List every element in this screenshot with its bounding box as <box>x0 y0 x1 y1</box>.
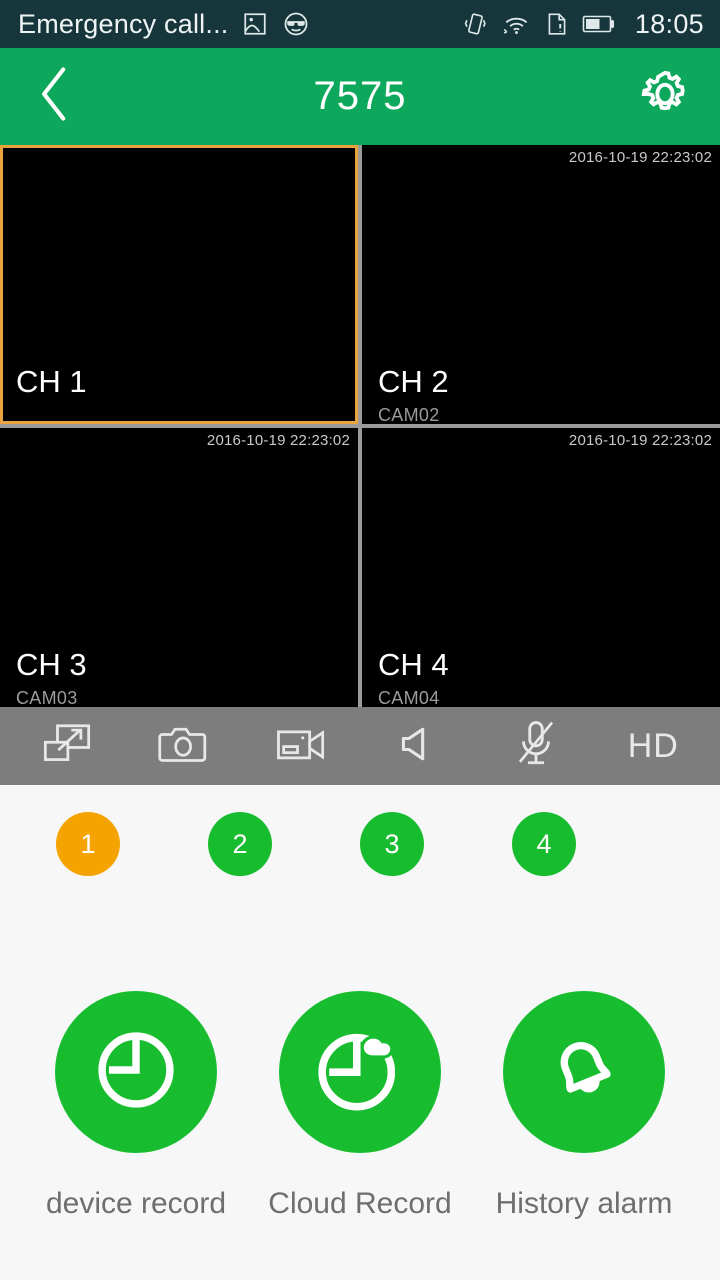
action-label: Cloud Record <box>268 1187 452 1220</box>
channel-label: 1 <box>80 828 96 859</box>
channel-slot: 4 <box>512 812 664 876</box>
video-cam-label: CAM03 <box>16 688 78 707</box>
hd-quality-icon: HD <box>627 726 679 765</box>
clock-time-label: 18:05 <box>634 8 704 39</box>
channel-selector: 1 2 3 4 <box>0 785 720 903</box>
cloud-record-circle <box>279 991 441 1153</box>
speaker-button[interactable] <box>360 707 477 785</box>
video-cell-ch2[interactable]: 2016-10-19 22:23:02 CH 2 CAM02 <box>362 145 720 424</box>
microphone-button[interactable] <box>477 707 594 785</box>
action-label: device record <box>45 1187 227 1220</box>
vibrate-icon <box>463 11 489 37</box>
video-channel-label: CH 2 <box>378 364 449 399</box>
history-alarm-button[interactable]: History alarm <box>473 991 695 1221</box>
speaker-icon <box>396 722 442 771</box>
camera-snapshot-icon <box>158 721 210 772</box>
photo-icon <box>242 11 268 37</box>
clock-icon <box>83 1017 189 1128</box>
bell-icon <box>532 1018 636 1127</box>
no-sim-icon <box>545 11 569 37</box>
video-cell-ch3[interactable]: 2016-10-19 22:23:02 CH 3 CAM03 <box>0 428 358 707</box>
history-alarm-circle <box>503 991 665 1153</box>
video-record-icon <box>275 723 327 770</box>
channel-button-3[interactable]: 3 <box>360 812 424 876</box>
channel-slot: 2 <box>208 812 360 876</box>
channel-label: 2 <box>232 828 248 859</box>
video-timestamp: 2016-10-19 22:23:02 <box>206 432 350 449</box>
fullscreen-button[interactable] <box>8 707 125 785</box>
channel-slot: 3 <box>360 812 512 876</box>
video-timestamp: 2016-10-19 22:23:02 <box>568 432 712 449</box>
app-bar: 7575 <box>0 48 720 145</box>
cloud-clock-icon <box>306 1016 414 1129</box>
hd-quality-button[interactable]: HD <box>595 707 712 785</box>
device-record-button[interactable]: device record <box>25 991 247 1221</box>
chevron-left-icon <box>33 64 77 129</box>
channel-button-1[interactable]: 1 <box>56 812 120 876</box>
gear-icon <box>638 67 692 126</box>
status-bar-left: Emergency call... <box>18 9 463 40</box>
sunglasses-face-icon <box>282 10 310 38</box>
video-channel-label: CH 4 <box>378 647 449 682</box>
channel-label: 4 <box>536 828 552 859</box>
snapshot-button[interactable] <box>125 707 242 785</box>
action-label: History alarm <box>495 1187 673 1220</box>
settings-button[interactable] <box>610 48 720 145</box>
video-channel-label: CH 1 <box>16 364 87 399</box>
video-channel-label: CH 3 <box>16 647 87 682</box>
channel-label: 3 <box>384 828 400 859</box>
video-grid: CH 1 2016-10-19 22:23:02 CH 2 CAM02 2016… <box>0 145 720 707</box>
device-record-circle <box>55 991 217 1153</box>
action-buttons-row: device record Cloud Record History alarm <box>0 903 720 1221</box>
channel-button-2[interactable]: 2 <box>208 812 272 876</box>
cloud-record-button[interactable]: Cloud Record <box>249 991 471 1221</box>
video-cam-label: CAM04 <box>378 688 440 707</box>
battery-icon <box>582 13 616 35</box>
wifi-icon <box>502 11 532 37</box>
fullscreen-expand-icon <box>41 721 93 772</box>
video-cam-label: CAM02 <box>378 405 440 424</box>
status-bar-right: 18:05 <box>463 9 704 40</box>
back-button[interactable] <box>0 48 110 145</box>
video-cell-ch4[interactable]: 2016-10-19 22:23:02 CH 4 CAM04 <box>362 428 720 707</box>
video-cell-ch1[interactable]: CH 1 <box>0 145 358 424</box>
carrier-label: Emergency call... <box>18 8 229 39</box>
status-bar: Emergency call... 18:05 <box>0 0 720 48</box>
control-toolbar: HD <box>0 707 720 785</box>
record-button[interactable] <box>243 707 360 785</box>
channel-button-4[interactable]: 4 <box>512 812 576 876</box>
channel-slot: 1 <box>56 812 208 876</box>
video-timestamp: 2016-10-19 22:23:02 <box>568 149 712 166</box>
microphone-muted-icon <box>514 719 558 774</box>
